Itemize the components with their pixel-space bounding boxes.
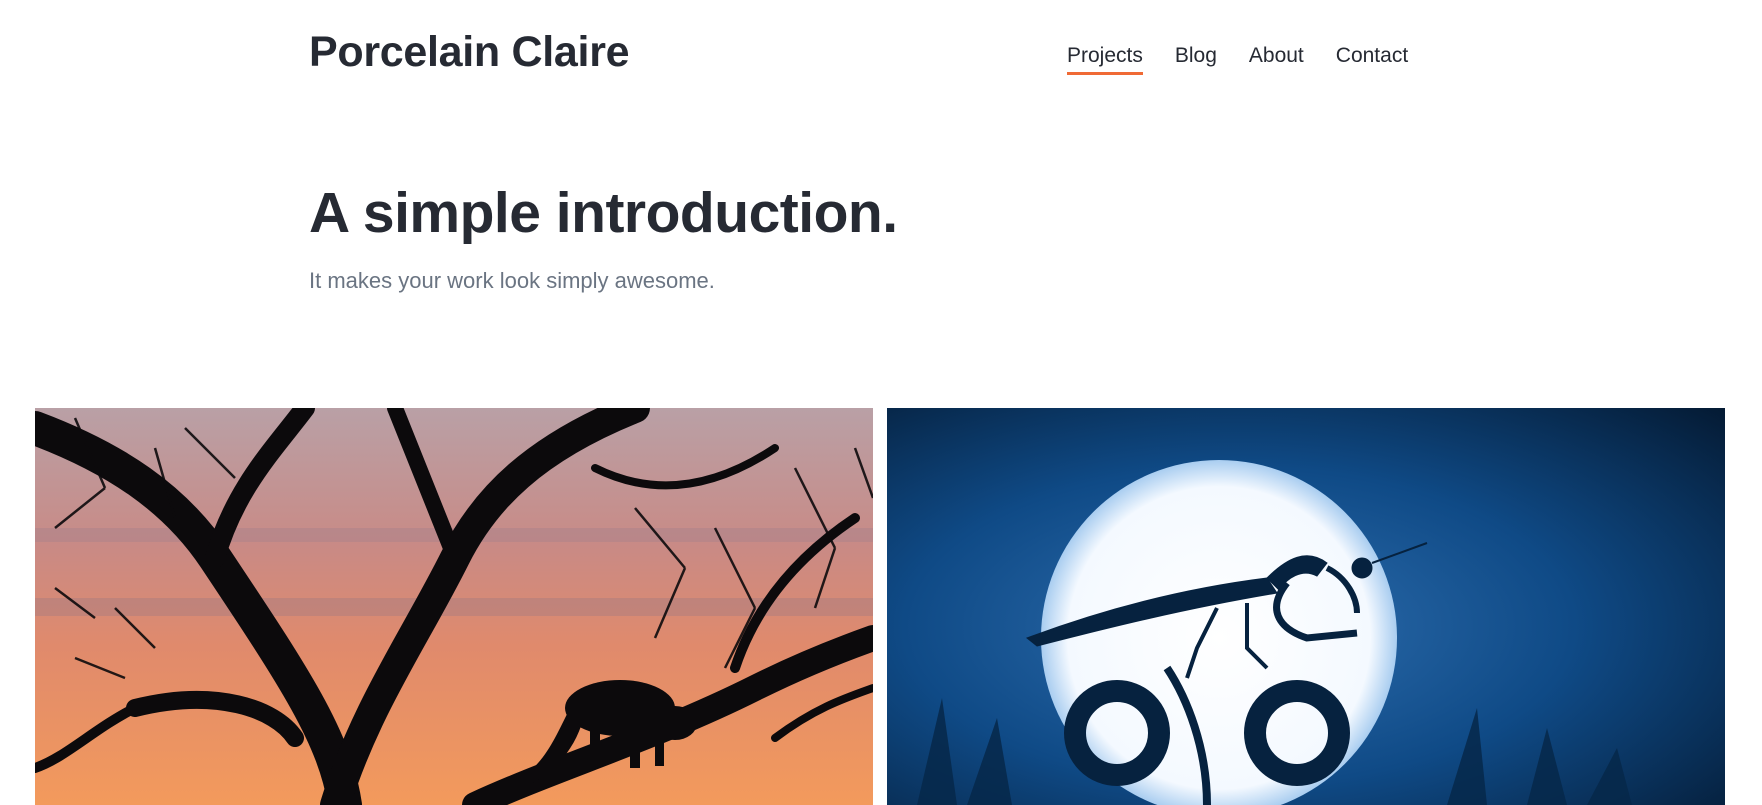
nav-projects[interactable]: Projects [1067, 44, 1143, 75]
project-tile-leopard[interactable] [35, 408, 873, 805]
site-title[interactable]: Porcelain Claire [309, 28, 630, 77]
project-gallery [35, 408, 1727, 805]
nav-contact[interactable]: Contact [1336, 44, 1408, 75]
project-tile-mantis[interactable] [887, 408, 1725, 805]
page: Porcelain Claire Projects Blog About Con… [0, 0, 1762, 805]
hero-title: A simple introduction. [309, 181, 898, 245]
nav-blog[interactable]: Blog [1175, 44, 1217, 75]
leopard-sunset-image [35, 408, 873, 805]
nav-about[interactable]: About [1249, 44, 1304, 75]
main-nav: Projects Blog About Contact [1067, 44, 1408, 75]
hero-subtitle: It makes your work look simply awesome. [309, 268, 715, 293]
mantis-moon-image [887, 408, 1725, 805]
